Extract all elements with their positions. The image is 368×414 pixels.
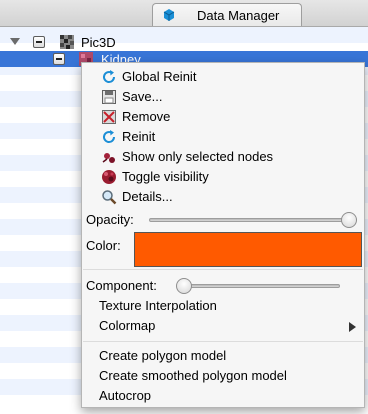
menu-item-texture-interpolation[interactable]: Texture Interpolation: [82, 296, 364, 316]
remove-icon: [101, 109, 117, 125]
menu-item-create-smoothed-polygon-model[interactable]: Create smoothed polygon model: [82, 366, 364, 386]
refresh-icon: [101, 69, 117, 85]
color-label: Color:: [86, 238, 121, 253]
menu-item-create-polygon-model[interactable]: Create polygon model: [82, 346, 364, 366]
component-slider-track[interactable]: [182, 284, 340, 288]
visibility-checkbox[interactable]: [53, 53, 65, 65]
data-manager-icon: [161, 7, 177, 23]
component-slider-handle[interactable]: [176, 278, 192, 294]
opacity-slider-handle[interactable]: [341, 212, 357, 228]
menu-item-label: Autocrop: [99, 388, 152, 403]
menu-item-save[interactable]: Save...: [82, 87, 364, 107]
menu-item-colormap[interactable]: Colormap: [82, 316, 364, 336]
magnifier-icon: [101, 189, 117, 205]
menu-item-label: Details...: [122, 189, 173, 204]
menu-separator: [83, 341, 363, 342]
color-swatch-button[interactable]: [134, 232, 362, 267]
expand-triangle-icon[interactable]: [10, 38, 20, 45]
menu-item-label: Texture Interpolation: [99, 298, 217, 313]
menu-item-label: Show only selected nodes: [122, 149, 274, 164]
refresh-icon: [101, 129, 117, 145]
menu-item-label: Create smoothed polygon model: [99, 368, 287, 383]
menu-item-show-only-selected[interactable]: Show only selected nodes: [82, 147, 364, 167]
submenu-arrow-icon: [349, 322, 356, 332]
menu-item-label: Create polygon model: [99, 348, 227, 363]
opacity-slider-track[interactable]: [149, 218, 357, 222]
tab-label: Data Manager: [197, 8, 280, 23]
menu-item-label: Global Reinit: [122, 69, 197, 84]
menu-item-label: Reinit: [122, 129, 156, 144]
menu-separator: [83, 269, 363, 270]
image-volume-icon: [60, 35, 74, 49]
component-label: Component:: [86, 278, 157, 293]
context-menu: Global Reinit Save... Remove Reinit Show…: [81, 62, 365, 408]
menu-item-autocrop[interactable]: Autocrop: [82, 386, 364, 406]
menu-item-label: Save...: [122, 89, 163, 104]
visibility-icon: [101, 169, 117, 185]
menu-item-toggle-visibility[interactable]: Toggle visibility: [82, 167, 364, 187]
tree-row-pic3d[interactable]: Pic3D: [0, 34, 368, 50]
tree-row-label: Pic3D: [81, 35, 116, 50]
menu-item-details[interactable]: Details...: [82, 187, 364, 207]
show-selected-icon: [101, 149, 117, 165]
menu-item-label: Colormap: [99, 318, 156, 333]
menu-item-label: Remove: [122, 109, 171, 124]
menu-item-remove[interactable]: Remove: [82, 107, 364, 127]
menu-item-reinit[interactable]: Reinit: [82, 127, 364, 147]
save-icon: [101, 89, 117, 105]
menu-item-global-reinit[interactable]: Global Reinit: [82, 67, 364, 87]
tab-bar: Data Manager: [0, 0, 368, 27]
menu-item-label: Toggle visibility: [122, 169, 209, 184]
visibility-checkbox[interactable]: [33, 36, 45, 48]
tab-data-manager[interactable]: Data Manager: [152, 3, 302, 26]
opacity-label: Opacity:: [86, 212, 134, 227]
